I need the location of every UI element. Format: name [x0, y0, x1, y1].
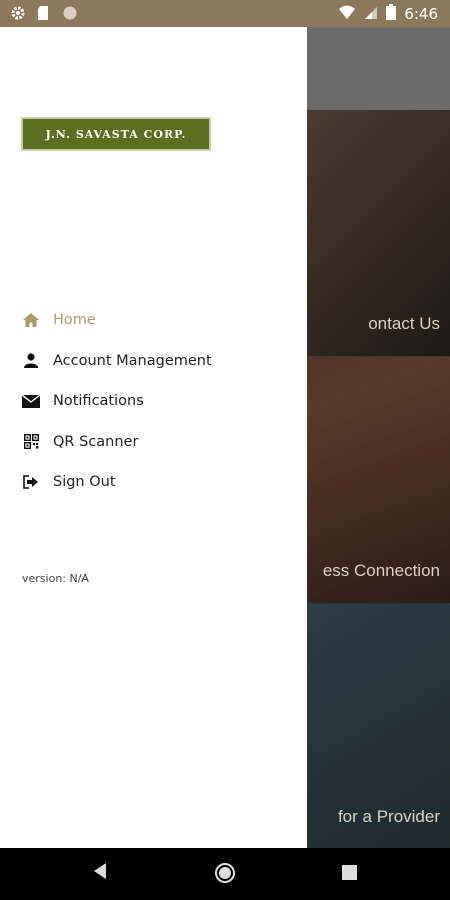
battery-icon [386, 4, 397, 24]
menu-item-account-management[interactable]: Account Management [0, 341, 307, 382]
app-version: version: N/A [22, 572, 89, 585]
signal-icon [364, 5, 378, 24]
menu-item-sign-out[interactable]: Sign Out [0, 462, 307, 503]
envelope-icon [22, 392, 40, 410]
back-icon[interactable] [92, 862, 108, 884]
home-button-icon[interactable] [214, 862, 236, 888]
tile-label: for a Provider [337, 807, 440, 826]
menu-item-label: Account Management [53, 352, 212, 369]
menu-item-label: Home [53, 312, 96, 329]
clock-time: 6:46 [404, 5, 438, 23]
qr-code-icon [22, 433, 40, 451]
menu-item-notifications[interactable]: Notifications [0, 381, 307, 422]
menu-item-label: Notifications [53, 393, 144, 410]
menu-item-home[interactable]: Home [0, 300, 307, 341]
menu-item-qr-scanner[interactable]: QR Scanner [0, 422, 307, 463]
settings-icon [10, 5, 26, 21]
system-nav-bar [0, 848, 450, 900]
circle-icon [62, 5, 78, 21]
status-bar: 6:46 [0, 0, 450, 27]
menu-item-label: QR Scanner [53, 433, 139, 450]
drawer-menu: Home Account Management Notifications QR [0, 300, 307, 503]
home-icon [22, 311, 40, 329]
logo-text: J.N. SAVASTA CORP. [45, 127, 187, 141]
company-logo: J.N. SAVASTA CORP. [21, 117, 211, 151]
recents-icon[interactable] [342, 865, 357, 884]
navigation-drawer: J.N. SAVASTA CORP. Home Account Manageme… [0, 27, 307, 848]
sd-card-icon [36, 5, 52, 21]
tile-label: ontact Us [368, 314, 440, 333]
sign-out-icon [22, 473, 40, 491]
wifi-icon [338, 5, 356, 24]
tile-label: ess Connection [322, 561, 440, 580]
person-icon [22, 352, 40, 370]
menu-item-label: Sign Out [53, 474, 116, 491]
